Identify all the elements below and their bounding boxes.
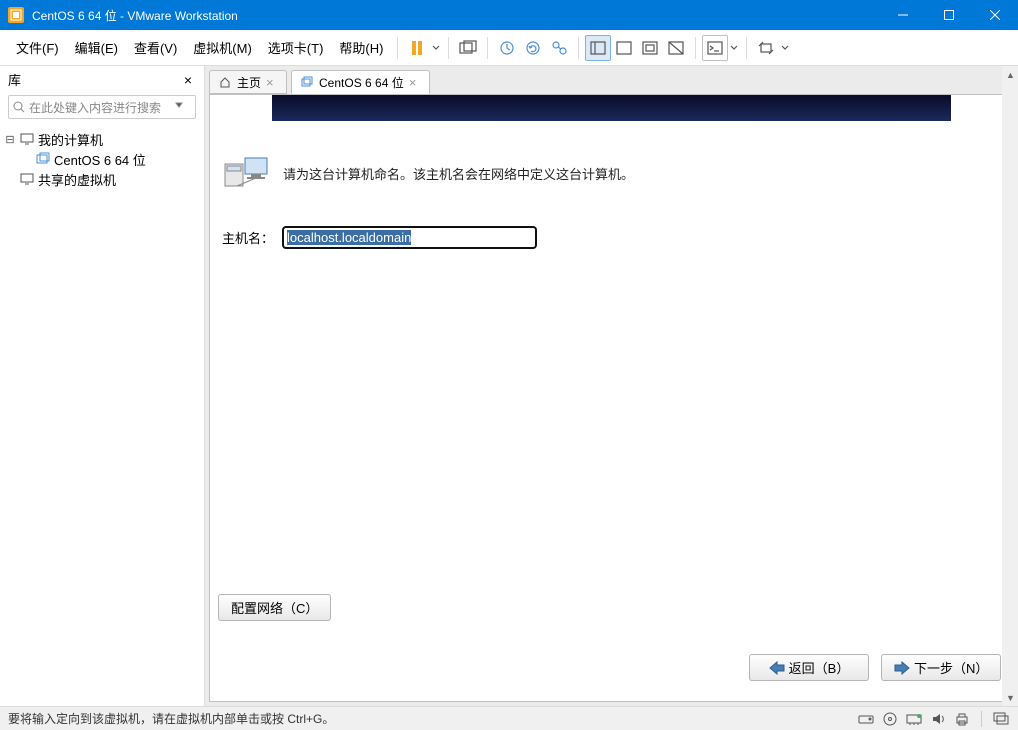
console-dropdown[interactable] [728, 44, 740, 52]
tree-label: 共享的虚拟机 [38, 170, 116, 189]
vm-icon [35, 151, 51, 167]
vm-icon [300, 75, 314, 89]
expand-icon[interactable]: ⊟ [4, 133, 16, 146]
printer-icon[interactable] [953, 711, 971, 727]
hostname-description: 请为这台计算机命名。该主机名会在网络中定义这台计算机。 [283, 156, 634, 183]
vm-console[interactable]: 请为这台计算机命名。该主机名会在网络中定义这台计算机。 主机名： 配置网络（C）… [209, 94, 1014, 702]
snapshot-manager-button[interactable] [546, 35, 572, 61]
messages-icon[interactable] [992, 711, 1010, 727]
tree-centos-vm[interactable]: CentOS 6 64 位 [4, 149, 200, 169]
maximize-button[interactable] [926, 0, 972, 30]
view-unity-button[interactable] [663, 35, 689, 61]
tab-centos[interactable]: CentOS 6 64 位 × [291, 70, 430, 94]
statusbar-text: 要将输入定向到该虚拟机，请在虚拟机内部单击或按 Ctrl+G。 [8, 710, 857, 727]
scroll-down-icon[interactable]: ▼ [1002, 689, 1018, 706]
console-view-button[interactable] [702, 35, 728, 61]
tab-close-button[interactable]: × [266, 75, 278, 90]
tab-label: 主页 [237, 74, 261, 91]
shared-icon [19, 171, 35, 187]
tab-home[interactable]: 主页 × [209, 70, 287, 94]
library-close-button[interactable]: × [180, 72, 196, 88]
snapshot-button[interactable] [494, 35, 520, 61]
configure-network-button[interactable]: 配置网络（C） [218, 594, 331, 621]
pause-button[interactable] [404, 35, 430, 61]
vertical-scrollbar[interactable]: ▲ ▼ [1002, 66, 1018, 706]
sound-icon[interactable] [929, 711, 947, 727]
menu-help[interactable]: 帮助(H) [331, 34, 391, 61]
tree-shared-vms[interactable]: 共享的虚拟机 [4, 169, 200, 189]
tab-close-button[interactable]: × [409, 75, 421, 90]
tree-label: 我的计算机 [38, 130, 103, 149]
minimize-button[interactable] [880, 0, 926, 30]
view-single-button[interactable] [585, 35, 611, 61]
menu-view[interactable]: 查看(V) [126, 34, 185, 61]
installer-banner [272, 95, 951, 121]
view-quick-switch-button[interactable] [611, 35, 637, 61]
tab-label: CentOS 6 64 位 [319, 74, 404, 91]
tree-label: CentOS 6 64 位 [54, 150, 146, 169]
stretch-dropdown[interactable] [779, 44, 791, 52]
library-search-input[interactable]: 在此处键入内容进行搜索 [8, 95, 196, 119]
snapshot-revert-button[interactable] [520, 35, 546, 61]
send-ctrl-alt-del-button[interactable] [455, 35, 481, 61]
tree-my-computer[interactable]: ⊟ 我的计算机 [4, 129, 200, 149]
menu-edit[interactable]: 编辑(E) [67, 34, 126, 61]
stretch-button[interactable] [753, 35, 779, 61]
scroll-up-icon[interactable]: ▲ [1002, 66, 1018, 83]
library-title: 库 [8, 70, 180, 89]
home-icon [218, 75, 232, 89]
search-placeholder: 在此处键入内容进行搜索 [29, 99, 175, 116]
network-adapter-icon[interactable] [905, 711, 923, 727]
hostname-label: 主机名： [222, 228, 274, 247]
view-fullscreen-button[interactable] [637, 35, 663, 61]
cd-icon[interactable] [881, 711, 899, 727]
vmware-logo-icon [8, 7, 24, 23]
menu-tabs[interactable]: 选项卡(T) [260, 34, 332, 61]
pause-dropdown[interactable] [430, 44, 442, 52]
hard-disk-icon[interactable] [857, 711, 875, 727]
monitor-icon [19, 131, 35, 147]
network-computers-icon [223, 156, 271, 196]
window-title: CentOS 6 64 位 - VMware Workstation [32, 7, 880, 24]
menu-file[interactable]: 文件(F) [8, 34, 67, 61]
close-button[interactable] [972, 0, 1018, 30]
back-button[interactable]: 返回（B） [749, 654, 869, 681]
hostname-input[interactable] [282, 226, 537, 249]
next-button[interactable]: 下一步（N） [881, 654, 1001, 681]
menu-vm[interactable]: 虚拟机(M) [185, 34, 260, 61]
